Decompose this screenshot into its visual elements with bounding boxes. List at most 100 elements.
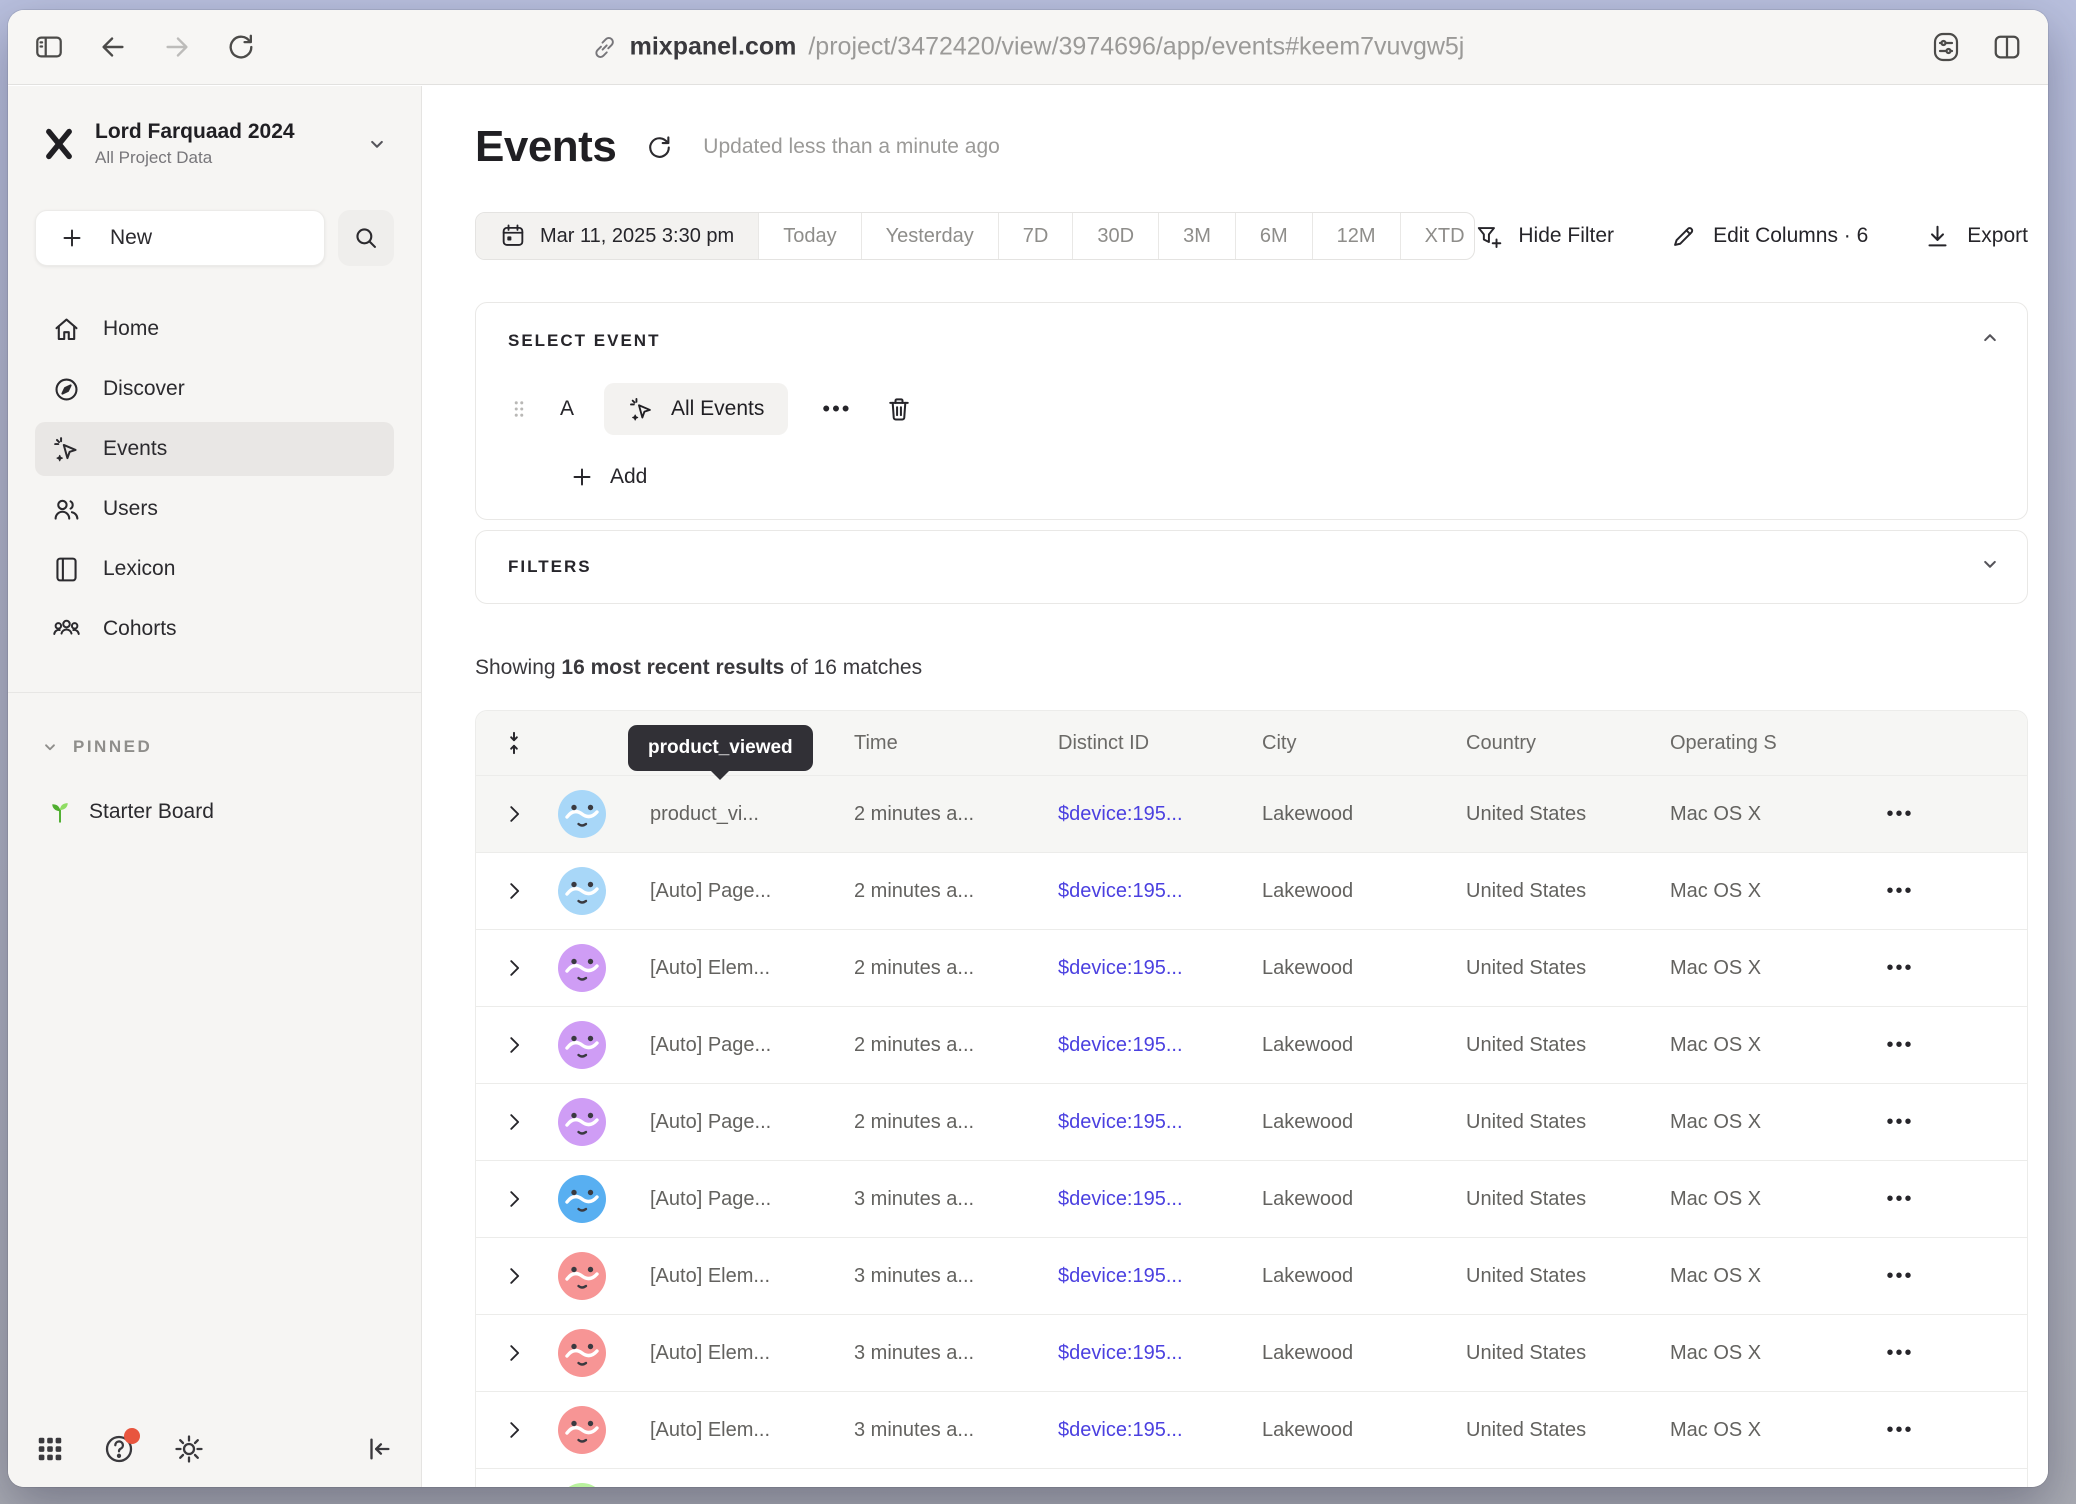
distinct-id-link[interactable]: $device:195... xyxy=(1058,1188,1262,1211)
collapse-all-rows-icon[interactable] xyxy=(476,730,552,756)
event-avatar xyxy=(558,790,606,838)
split-view-icon[interactable] xyxy=(1992,32,2022,62)
sidebar-item-home[interactable]: Home xyxy=(35,302,394,356)
chevron-down-icon xyxy=(366,133,388,155)
preset-30d[interactable]: 30D xyxy=(1073,213,1159,259)
row-more-button[interactable]: ••• xyxy=(1840,803,1960,826)
event-name-cell: product_vi... xyxy=(650,803,854,826)
export-button[interactable]: Export xyxy=(1924,223,2028,250)
row-more-button[interactable]: ••• xyxy=(1840,1419,1960,1442)
distinct-id-link[interactable]: $device:195... xyxy=(1058,1419,1262,1442)
url-bar[interactable]: mixpanel.com/project/3472420/view/397469… xyxy=(592,33,1465,62)
preset-yesterday[interactable]: Yesterday xyxy=(862,213,999,259)
table-row[interactable]: product_vi... 2 minutes a... $device:195… xyxy=(476,775,2027,852)
search-button[interactable] xyxy=(338,210,394,266)
table-row[interactable]: [Auto] Elem... 3 minutes a... $device:19… xyxy=(476,1237,2027,1314)
browser-sidebar-toggle-icon[interactable] xyxy=(34,32,64,62)
row-more-button[interactable]: ••• xyxy=(1840,1188,1960,1211)
distinct-id-link[interactable]: $device:195... xyxy=(1058,880,1262,903)
expand-row-chevron-icon[interactable] xyxy=(476,1419,552,1441)
os-cell: Mac OS X xyxy=(1670,1188,1840,1211)
edit-columns-button[interactable]: Edit Columns · 6 xyxy=(1670,223,1868,250)
preset-12m[interactable]: 12M xyxy=(1313,213,1401,259)
date-range-current[interactable]: Mar 11, 2025 3:30 pm xyxy=(476,213,759,259)
sidebar-item-cohorts[interactable]: Cohorts xyxy=(35,602,394,656)
sidebar-item-lexicon[interactable]: Lexicon xyxy=(35,542,394,596)
distinct-id-link[interactable]: $device:195... xyxy=(1058,1034,1262,1057)
select-event-title: SELECT EVENT xyxy=(508,331,1995,351)
expand-row-chevron-icon[interactable] xyxy=(476,1342,552,1364)
row-more-button[interactable]: ••• xyxy=(1840,1265,1960,1288)
sidebar-item-label: Users xyxy=(103,497,158,521)
column-header-country[interactable]: Country xyxy=(1466,732,1670,755)
sidebar-item-discover[interactable]: Discover xyxy=(35,362,394,416)
add-event-button[interactable]: Add xyxy=(570,465,1995,489)
filters-panel: FILTERS xyxy=(475,530,2028,604)
drag-handle-icon[interactable] xyxy=(508,396,530,422)
expand-row-chevron-icon[interactable] xyxy=(476,1265,552,1287)
table-row[interactable]: [Auto] Elem... 4 minutes a... $device:19… xyxy=(476,1468,2027,1487)
preset-today[interactable]: Today xyxy=(759,213,861,259)
page-settings-icon[interactable] xyxy=(1930,31,1962,63)
time-cell: 2 minutes a... xyxy=(854,803,1058,826)
forward-button-icon[interactable] xyxy=(162,32,192,62)
expand-row-chevron-icon[interactable] xyxy=(476,803,552,825)
event-selector-all-events[interactable]: All Events xyxy=(604,383,788,435)
new-button[interactable]: New xyxy=(35,210,325,266)
column-header-time[interactable]: Time xyxy=(854,732,1058,755)
table-row[interactable]: [Auto] Elem... 2 minutes a... $device:19… xyxy=(476,929,2027,1006)
collapse-panel-chevron-up-icon[interactable] xyxy=(1979,327,2001,349)
pinned-item-starter-board[interactable]: Starter Board xyxy=(35,799,394,825)
pinned-section-header[interactable]: PINNED xyxy=(35,737,394,757)
column-header-city[interactable]: City xyxy=(1262,732,1466,755)
preset-6m[interactable]: 6M xyxy=(1236,213,1313,259)
help-button[interactable] xyxy=(103,1433,135,1465)
column-header-distinct-id[interactable]: Distinct ID xyxy=(1058,732,1262,755)
expand-row-chevron-icon[interactable] xyxy=(476,957,552,979)
hide-filter-button[interactable]: Hide Filter xyxy=(1475,223,1614,250)
distinct-id-link[interactable]: $device:195... xyxy=(1058,803,1262,826)
apps-grid-icon[interactable] xyxy=(35,1434,65,1464)
table-row[interactable]: [Auto] Elem... 3 minutes a... $device:19… xyxy=(476,1391,2027,1468)
table-row[interactable]: [Auto] Page... 3 minutes a... $device:19… xyxy=(476,1160,2027,1237)
sidebar-item-events[interactable]: Events xyxy=(35,422,394,476)
distinct-id-link[interactable]: $device:195... xyxy=(1058,957,1262,980)
reload-button-icon[interactable] xyxy=(226,32,256,62)
country-cell: United States xyxy=(1466,1188,1670,1211)
column-header-os[interactable]: Operating S xyxy=(1670,732,1840,755)
table-row[interactable]: [Auto] Page... 2 minutes a... $device:19… xyxy=(476,852,2027,929)
table-row[interactable]: [Auto] Page... 2 minutes a... $device:19… xyxy=(476,1083,2027,1160)
row-more-button[interactable]: ••• xyxy=(1840,880,1960,903)
expand-row-chevron-icon[interactable] xyxy=(476,880,552,902)
preset-xtd[interactable]: XTD xyxy=(1401,213,1476,259)
event-name-tooltip: product_viewed xyxy=(628,725,813,771)
table-row[interactable]: [Auto] Page... 2 minutes a... $device:19… xyxy=(476,1006,2027,1083)
plus-icon xyxy=(570,465,594,489)
distinct-id-link[interactable]: $device:195... xyxy=(1058,1265,1262,1288)
row-more-button[interactable]: ••• xyxy=(1840,1034,1960,1057)
distinct-id-link[interactable]: $device:195... xyxy=(1058,1111,1262,1134)
trash-icon[interactable] xyxy=(885,395,913,423)
back-button-icon[interactable] xyxy=(98,32,128,62)
workspace-switcher[interactable]: Lord Farquaad 2024 All Project Data xyxy=(35,120,394,168)
row-more-button[interactable]: ••• xyxy=(1840,1342,1960,1365)
collapse-sidebar-icon[interactable] xyxy=(364,1434,394,1464)
preset-7d[interactable]: 7D xyxy=(999,213,1074,259)
events-cursor-icon xyxy=(51,434,81,464)
sidebar-item-users[interactable]: Users xyxy=(35,482,394,536)
city-cell: Lakewood xyxy=(1262,1265,1466,1288)
event-name-cell: [Auto] Elem... xyxy=(650,1342,854,1365)
preset-3m[interactable]: 3M xyxy=(1159,213,1236,259)
seedling-icon xyxy=(47,799,73,825)
row-more-button[interactable]: ••• xyxy=(1840,957,1960,980)
distinct-id-link[interactable]: $device:195... xyxy=(1058,1342,1262,1365)
expand-row-chevron-icon[interactable] xyxy=(476,1034,552,1056)
row-more-button[interactable]: ••• xyxy=(1840,1111,1960,1134)
expand-row-chevron-icon[interactable] xyxy=(476,1188,552,1210)
table-row[interactable]: [Auto] Elem... 3 minutes a... $device:19… xyxy=(476,1314,2027,1391)
event-more-button[interactable]: ••• xyxy=(814,396,859,422)
settings-gear-icon[interactable] xyxy=(173,1433,205,1465)
expand-panel-chevron-down-icon[interactable] xyxy=(1979,553,2001,575)
refresh-icon[interactable] xyxy=(646,134,673,161)
expand-row-chevron-icon[interactable] xyxy=(476,1111,552,1133)
